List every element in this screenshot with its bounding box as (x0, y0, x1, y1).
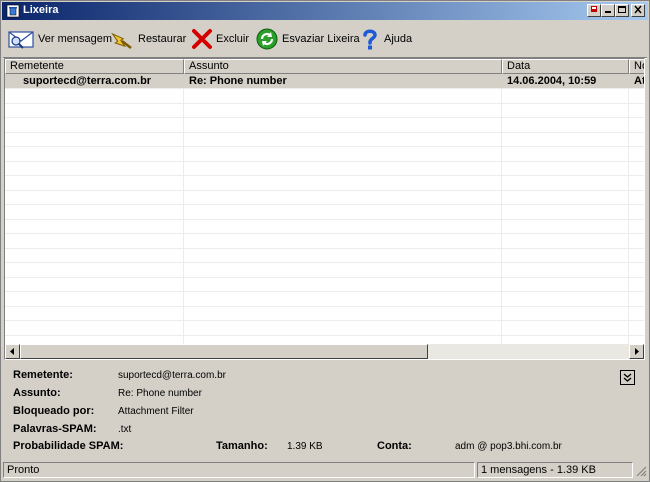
empty-row (5, 234, 644, 249)
close-icon (634, 5, 642, 14)
sender-value: suportecd@terra.com.br (118, 370, 226, 381)
recycle-icon (256, 28, 278, 50)
blocked-by-label: Bloqueado por: (13, 405, 95, 417)
scroll-right-button[interactable] (629, 344, 644, 359)
empty-row (5, 248, 644, 263)
status-text: Pronto (3, 462, 475, 478)
size-value: 1.39 KB (287, 441, 323, 452)
empty-row (5, 147, 644, 162)
message-list[interactable]: Remetente Assunto Data No suportecd@terr… (4, 58, 645, 360)
empty-row (5, 190, 644, 205)
table-row[interactable]: suportecd@terra.com.br Re: Phone number … (5, 74, 644, 89)
help-small-icon (591, 6, 597, 12)
close-button[interactable] (631, 4, 645, 17)
blocked-by-value: Attachment Filter (118, 406, 194, 417)
minimize-icon (605, 11, 611, 13)
resize-grip-icon[interactable] (635, 465, 647, 477)
spam-probability-label: Probabilidade SPAM: (13, 440, 124, 452)
arrow-left-icon (10, 348, 14, 355)
size-label: Tamanho: (216, 440, 268, 452)
subject-value: Re: Phone number (118, 388, 202, 399)
window-title: Lixeira (23, 4, 59, 16)
trash-icon (6, 4, 20, 18)
restore-button[interactable]: Restaurar (111, 25, 186, 53)
restore-label: Restaurar (138, 33, 187, 45)
view-message-button[interactable]: Ver mensagem (7, 25, 112, 53)
column-extra[interactable]: No (629, 59, 644, 74)
empty-row (5, 89, 644, 104)
maximize-icon (618, 6, 626, 13)
status-summary: 1 mensagens - 1.39 KB (477, 462, 633, 478)
spam-words-label: Palavras-SPAM: (13, 423, 97, 435)
arrow-right-icon (635, 348, 639, 355)
row-date: 14.06.2004, 10:59 (507, 75, 597, 87)
subject-label: Assunto: (13, 387, 61, 399)
empty-row (5, 118, 644, 133)
empty-trash-label: Esvaziar Lixeira (282, 33, 360, 45)
empty-row (5, 161, 644, 176)
list-header: Remetente Assunto Data No (5, 59, 644, 74)
chevron-double-down-icon (623, 373, 632, 382)
expand-details-button[interactable] (620, 370, 635, 385)
spam-words-value: .txt (118, 424, 132, 435)
status-bar: Pronto 1 mensagens - 1.39 KB (3, 461, 647, 479)
empty-trash-button[interactable]: Esvaziar Lixeira (255, 25, 360, 53)
sender-label: Remetente: (13, 369, 73, 381)
empty-row (5, 321, 644, 336)
trash-window: Lixeira Ver mensagem Restaurar Excluir E… (0, 0, 650, 482)
scroll-thumb[interactable] (20, 344, 428, 359)
row-extra: At (634, 75, 644, 87)
empty-row (5, 219, 644, 234)
empty-row (5, 132, 644, 147)
help-button[interactable]: Ajuda (359, 25, 412, 53)
toolbar: Ver mensagem Restaurar Excluir Esvaziar … (3, 23, 647, 55)
empty-row (5, 176, 644, 191)
help-question-icon (363, 29, 377, 50)
empty-row (5, 277, 644, 292)
delete-label: Excluir (216, 33, 250, 45)
account-value: adm @ pop3.bhi.com.br (455, 441, 562, 452)
delete-x-icon (192, 29, 212, 49)
empty-row (5, 263, 644, 278)
empty-row (5, 306, 644, 321)
column-date[interactable]: Data (502, 59, 629, 74)
minimize-button[interactable] (601, 4, 615, 17)
help-label: Ajuda (384, 33, 413, 45)
message-details: Remetente: suportecd@terra.com.br Assunt… (4, 362, 645, 458)
row-sender: suportecd@terra.com.br (23, 75, 152, 87)
column-sender[interactable]: Remetente (5, 59, 184, 74)
list-body: suportecd@terra.com.br Re: Phone number … (5, 74, 644, 346)
empty-row (5, 292, 644, 307)
restore-arrow-icon (111, 32, 132, 49)
maximize-button[interactable] (615, 4, 629, 17)
account-label: Conta: (377, 440, 412, 452)
column-subject[interactable]: Assunto (184, 59, 502, 74)
horizontal-scrollbar[interactable] (5, 344, 644, 359)
delete-button[interactable]: Excluir (191, 25, 249, 53)
view-message-label: Ver mensagem (38, 33, 112, 45)
row-subject: Re: Phone number (189, 75, 287, 87)
view-message-icon (8, 31, 34, 49)
empty-row (5, 103, 644, 118)
help-title-button[interactable] (587, 4, 601, 17)
scroll-left-button[interactable] (5, 344, 20, 359)
title-bar[interactable]: Lixeira (2, 2, 648, 20)
empty-row (5, 205, 644, 220)
